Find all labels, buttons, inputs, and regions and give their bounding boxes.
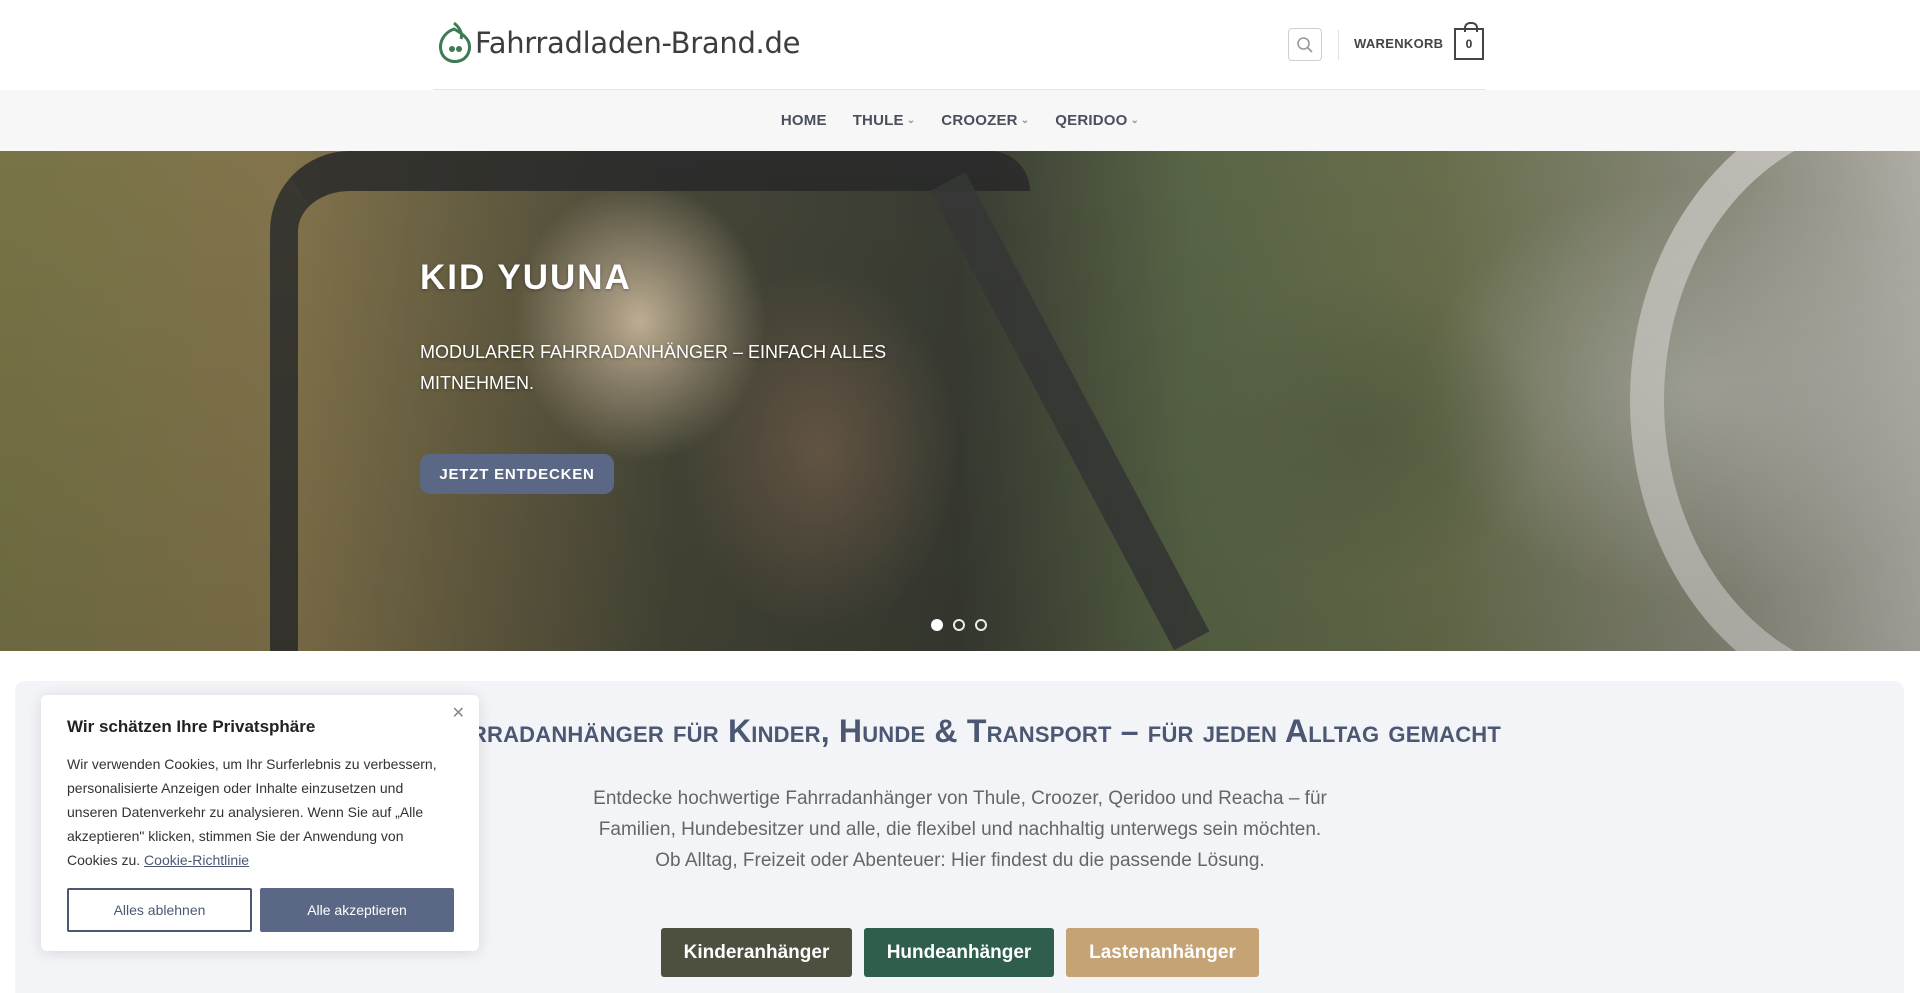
slider-dot-2[interactable]: [953, 619, 965, 631]
header-inner: Fahrradladen-Brand.de WARENKORB 0: [433, 0, 1486, 90]
cookie-title: Wir schätzen Ihre Privatsphäre: [67, 717, 316, 736]
hero-subtitle: MODULARER FAHRRADANHÄNGER – EINFACH ALLE…: [420, 342, 887, 393]
hundeanhaenger-button[interactable]: Hundeanhänger: [864, 928, 1054, 977]
section-text: Entdecke hochwertige Fahrradanhänger von…: [560, 783, 1360, 876]
nav-item-home[interactable]: HOME: [768, 112, 840, 129]
cart-count-badge[interactable]: 0: [1454, 22, 1484, 60]
slider-dot-3[interactable]: [975, 619, 987, 631]
lastenanhaenger-button[interactable]: Lastenanhänger: [1066, 928, 1259, 977]
main-nav: HOME THULE ⌄ CROOZER ⌄ QERIDOO ⌄: [0, 90, 1920, 151]
hero-slider[interactable]: [0, 151, 1920, 651]
cart-link[interactable]: WARENKORB: [1354, 36, 1443, 51]
section-text-line2: Ob Alltag, Freizeit oder Abenteuer: Hier…: [655, 850, 1265, 871]
cookie-policy-link[interactable]: Cookie-Richtlinie: [144, 852, 249, 868]
chevron-down-icon: ⌄: [1130, 115, 1140, 126]
hero-overlay: [0, 151, 1920, 651]
leaf-logo-icon: [439, 21, 471, 63]
reject-all-button[interactable]: Alles ablehnen: [67, 888, 252, 932]
cookie-text: Wir verwenden Cookies, um Ihr Surferlebn…: [67, 752, 457, 872]
search-icon: [1297, 36, 1313, 53]
chevron-down-icon: ⌄: [906, 115, 916, 126]
header-divider: [1338, 30, 1339, 60]
nav-item-label: HOME: [780, 112, 827, 129]
site-header: Fahrradladen-Brand.de WARENKORB 0: [0, 0, 1920, 90]
slider-dots: [931, 619, 987, 631]
site-logo[interactable]: Fahrradladen-Brand.de: [435, 18, 800, 68]
close-icon[interactable]: ✕: [452, 703, 465, 723]
nav-item-label: QERIDOO: [1055, 112, 1128, 129]
slider-dot-1[interactable]: [931, 619, 943, 631]
cookie-consent-dialog: ✕ Wir schätzen Ihre Privatsphäre Wir ver…: [41, 695, 479, 951]
nav-item-qeridoo[interactable]: QERIDOO ⌄: [1042, 112, 1152, 129]
nav-item-label: CROOZER: [941, 112, 1018, 129]
hero-title: KID YUUNA: [420, 258, 632, 297]
section-text-line1: Entdecke hochwertige Fahrradanhänger von…: [593, 788, 1327, 840]
cookie-body: Wir verwenden Cookies, um Ihr Surferlebn…: [67, 756, 437, 868]
hero-cta-button[interactable]: JETZT ENTDECKEN: [420, 454, 614, 494]
accept-all-button[interactable]: Alle akzeptieren: [260, 888, 454, 932]
kinderanhaenger-button[interactable]: Kinderanhänger: [661, 928, 852, 977]
logo-text: Fahrradladen-Brand.de: [475, 26, 801, 60]
chevron-down-icon: ⌄: [1020, 115, 1030, 126]
nav-item-label: THULE: [852, 112, 904, 129]
search-button[interactable]: [1288, 28, 1322, 61]
nav-item-thule[interactable]: THULE ⌄: [840, 112, 929, 129]
nav-item-croozer[interactable]: CROOZER ⌄: [928, 112, 1042, 129]
